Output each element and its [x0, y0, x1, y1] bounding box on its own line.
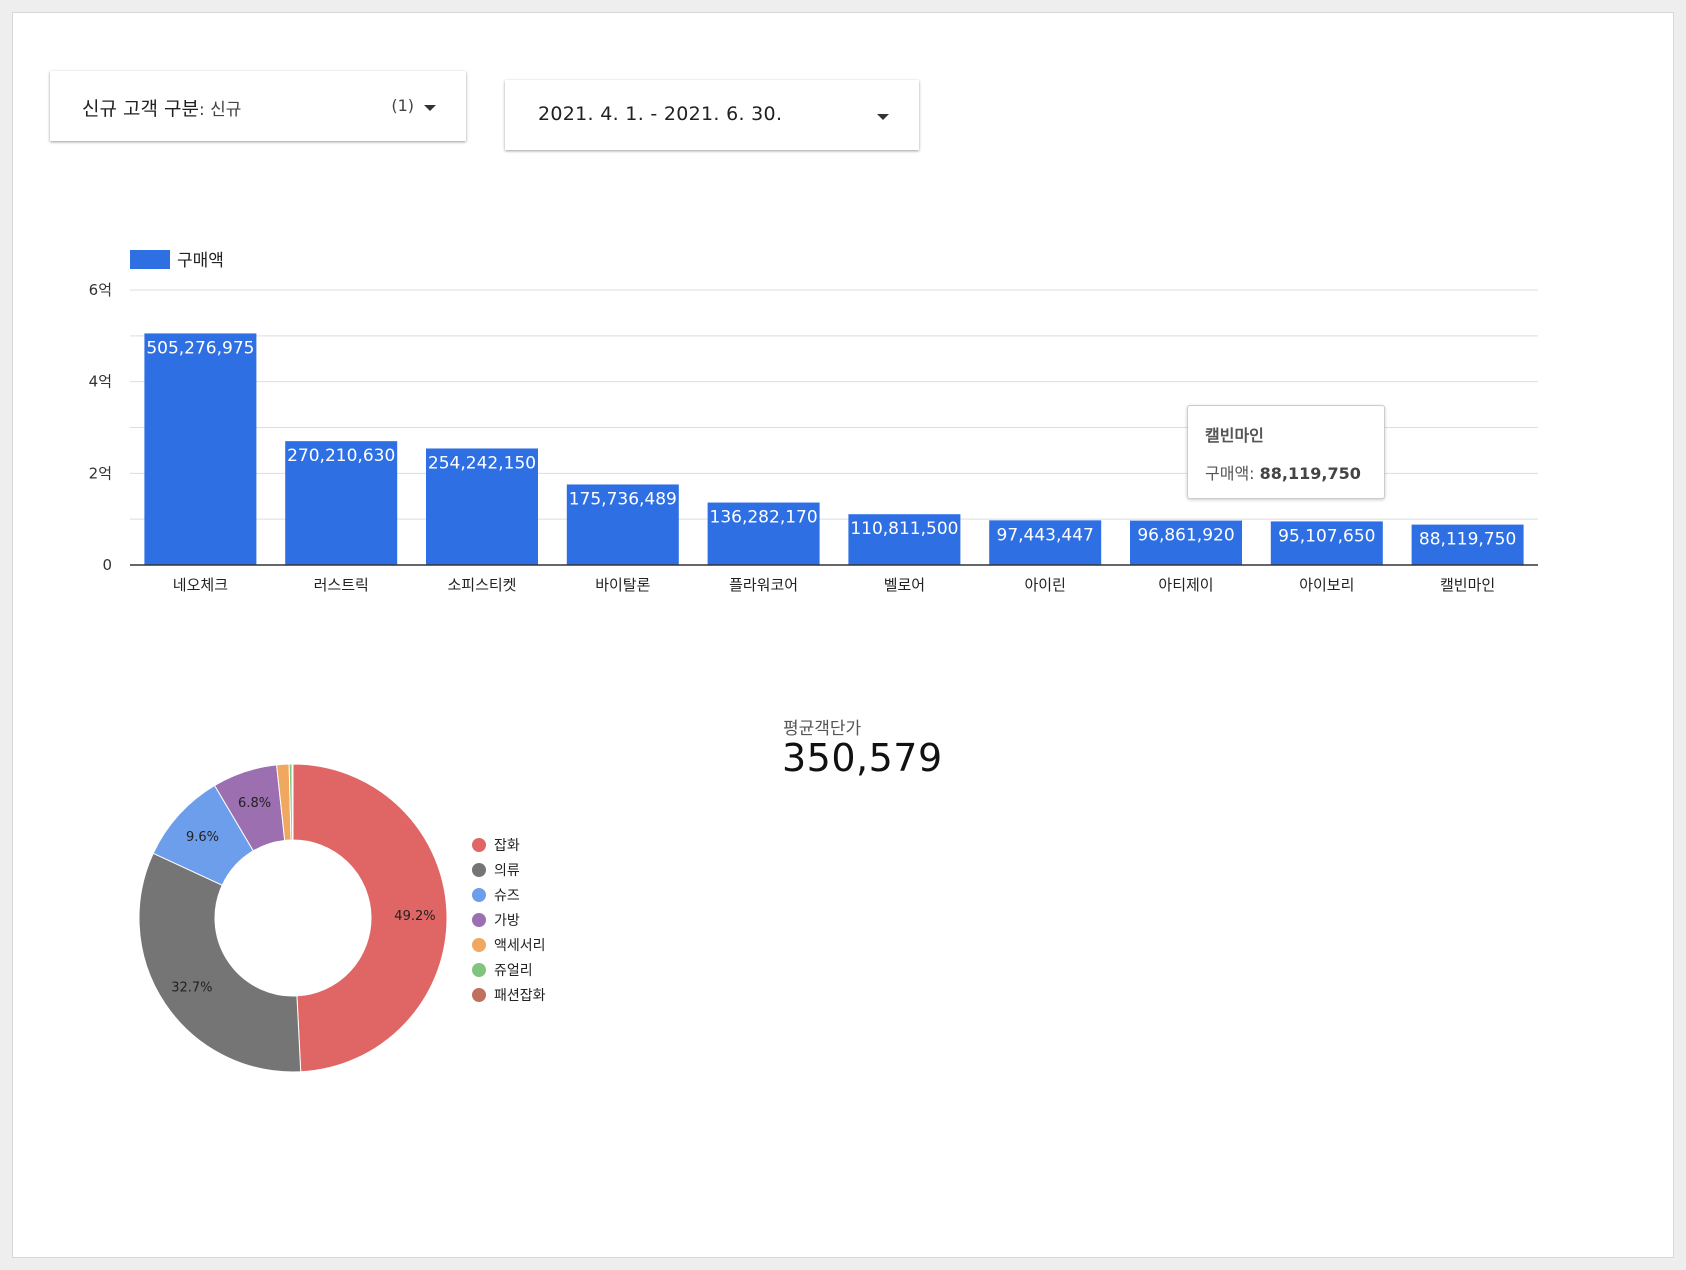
bar-data-label: 175,736,489	[569, 489, 677, 509]
category-donut-chart: 49.2% 32.7% 9.6% 6.8%	[138, 763, 448, 1073]
slice-percent-label: 6.8%	[238, 796, 271, 811]
legend-item[interactable]: 가방	[472, 907, 546, 932]
legend-dot-icon	[472, 987, 486, 1002]
donut-slice[interactable]	[291, 763, 294, 841]
bar-data-label: 88,119,750	[1419, 530, 1516, 550]
legend-dot-icon	[472, 862, 486, 877]
legend-dot-icon	[472, 887, 486, 902]
legend-item-label: 패션잡화	[494, 987, 546, 1004]
legend-item-label: 잡화	[494, 837, 520, 854]
slice-percent-label: 32.7%	[171, 980, 212, 995]
bar-data-label: 136,282,170	[710, 508, 818, 528]
legend-dot-icon	[472, 837, 486, 852]
bar-tooltip: 캘빈마인 구매액: 88,119,750	[1187, 405, 1385, 499]
legend-item[interactable]: 액세서리	[472, 932, 546, 957]
legend-dot-icon	[472, 962, 486, 977]
legend-item[interactable]: 패션잡화	[472, 982, 546, 1007]
tooltip-metric: 구매액	[1205, 464, 1250, 483]
legend-item-label: 가방	[494, 912, 520, 929]
legend-item[interactable]: 잡화	[472, 832, 546, 857]
x-category-label: 아이보리	[1299, 576, 1354, 594]
tooltip-metric-row: 구매액: 88,119,750	[1205, 460, 1361, 484]
bar-data-label: 110,811,500	[850, 519, 958, 539]
donut-legend: 잡화의류슈즈가방액세서리쥬얼리패션잡화	[472, 832, 546, 1007]
tooltip-title: 캘빈마인	[1205, 426, 1264, 445]
bar-data-label: 97,443,447	[997, 525, 1094, 545]
legend-item-label: 슈즈	[494, 887, 520, 904]
x-category-label: 캘빈마인	[1440, 576, 1495, 594]
legend-item[interactable]: 쥬얼리	[472, 957, 546, 982]
bar-data-label: 96,861,920	[1137, 526, 1234, 546]
x-category-label: 바이탈론	[595, 576, 650, 594]
donut-slice[interactable]	[138, 852, 302, 1073]
x-category-label: 벨로어	[884, 576, 925, 594]
slice-percent-label: 49.2%	[394, 909, 435, 924]
legend-item[interactable]: 의류	[472, 857, 546, 882]
x-category-label: 아티제이	[1158, 576, 1213, 594]
tooltip-value: 88,119,750	[1259, 464, 1361, 483]
legend-item-label: 의류	[494, 862, 520, 879]
x-category-label: 아이린	[1024, 576, 1065, 594]
legend-item-label: 쥬얼리	[494, 962, 533, 979]
scorecard-value: 350,579	[782, 736, 943, 780]
slice-percent-label: 9.6%	[186, 830, 219, 845]
x-category-label: 플라워코어	[729, 576, 798, 594]
legend-item[interactable]: 슈즈	[472, 882, 546, 907]
legend-dot-icon	[472, 937, 486, 952]
legend-item-label: 액세서리	[494, 937, 546, 954]
legend-dot-icon	[472, 912, 486, 927]
tooltip-separator: :	[1249, 464, 1260, 483]
bar-data-label: 95,107,650	[1278, 526, 1375, 546]
